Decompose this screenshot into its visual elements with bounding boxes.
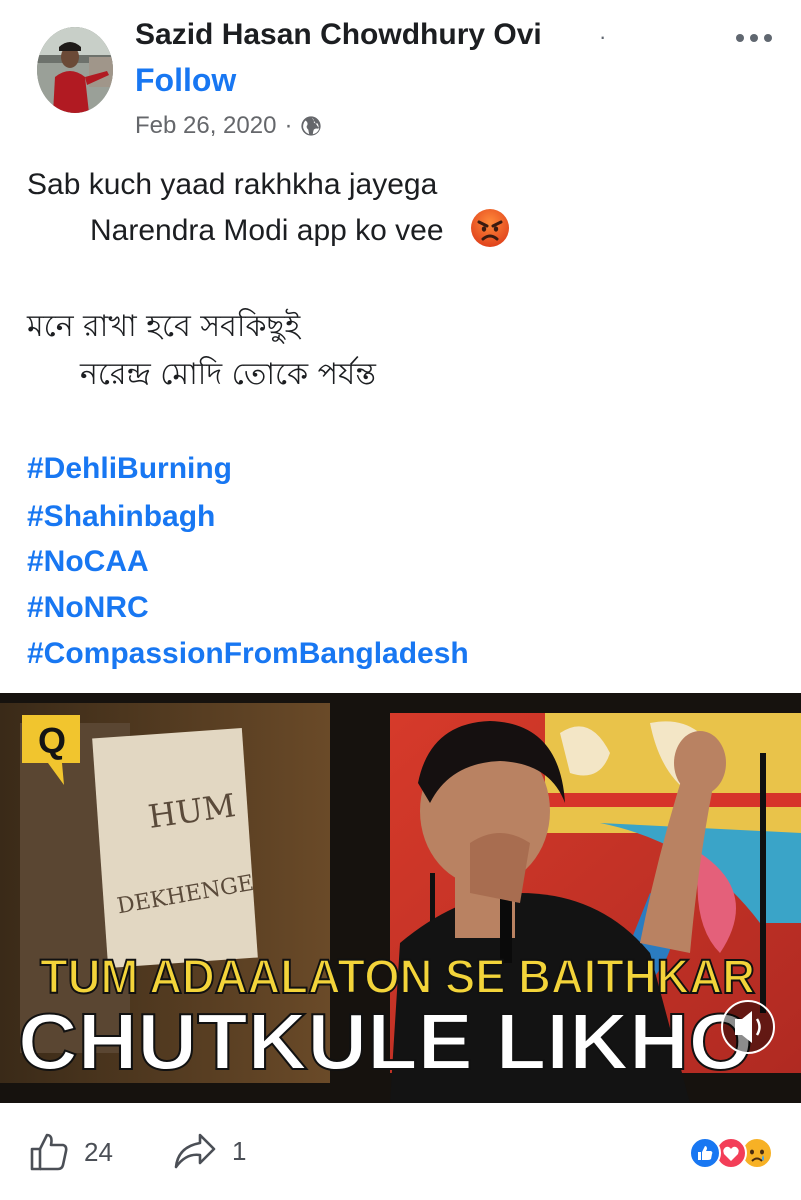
logo-letter: Q: [38, 720, 66, 761]
post-text-line: Sab kuch yaad rakhkha jayega: [27, 168, 438, 201]
like-reaction-icon: [689, 1137, 721, 1169]
speaker-icon[interactable]: [721, 1000, 775, 1054]
post-text-line: মনে রাখা হবে সবকিছুই: [27, 309, 301, 344]
post-text-line-content: Narendra Modi app ko vee: [90, 213, 444, 247]
video-caption-line2: CHUTKULE LIKHO: [18, 997, 753, 1086]
post-text-line: Narendra Modi app ko vee: [90, 209, 510, 252]
name-separator: ·: [599, 24, 607, 49]
post-footer: 24 1: [0, 1103, 801, 1200]
reaction-icons[interactable]: [689, 1137, 773, 1169]
like-button[interactable]: 24: [28, 1131, 113, 1173]
author-name[interactable]: Sazid Hasan Chowdhury Ovi: [135, 18, 542, 52]
follow-button[interactable]: Follow: [135, 62, 236, 99]
hashtag-link[interactable]: #Shahinbagh: [27, 500, 215, 534]
thumbs-up-icon: [30, 1133, 68, 1171]
share-arrow-icon: [174, 1133, 216, 1169]
meta-separator: ·: [284, 112, 293, 139]
more-options-icon[interactable]: [736, 34, 772, 42]
protest-sign: HUM DEKHENGE: [92, 728, 258, 968]
post-meta: Feb 26, 2020 ·: [135, 112, 322, 140]
globe-icon: [301, 116, 322, 136]
angry-face-icon: [470, 209, 509, 247]
video-frame: HUM DEKHENGE Q TUM ADAALATON SE BAITHKAR…: [0, 693, 801, 1103]
post-header: Sazid Hasan Chowdhury Ovi · Follow Feb 2…: [0, 0, 801, 150]
hashtag-link[interactable]: #DehliBurning: [27, 452, 232, 486]
hashtag-link[interactable]: #NoCAA: [27, 545, 149, 579]
share-count: 1: [232, 1135, 247, 1166]
share-button[interactable]: 1: [172, 1131, 246, 1171]
hashtag-link[interactable]: #CompassionFromBangladesh: [27, 637, 469, 671]
video-player[interactable]: HUM DEKHENGE Q TUM ADAALATON SE BAITHKAR…: [0, 693, 801, 1103]
avatar[interactable]: [37, 27, 113, 113]
like-count: 24: [84, 1136, 113, 1167]
post-text-line: নরেন্দ্র মোদি তোকে পর্যন্ত: [80, 357, 376, 392]
hashtag-link[interactable]: #NoNRC: [27, 591, 149, 625]
post-date[interactable]: Feb 26, 2020: [135, 112, 276, 140]
